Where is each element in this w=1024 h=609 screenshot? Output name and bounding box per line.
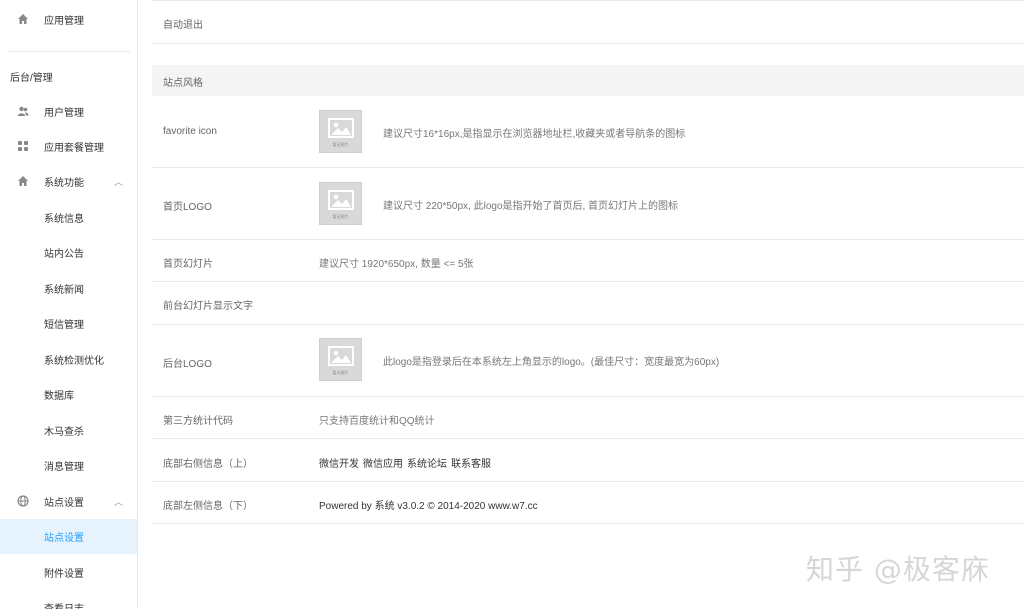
sidebar-item-label: 站点设置 [44,497,84,509]
sidebar-item-messages[interactable]: 消息管理 [0,448,137,482]
admin-logo-upload-thumbnail[interactable]: 暂无图片 [319,338,362,381]
sidebar-item-users[interactable]: 用户管理 [0,94,137,128]
users-icon [16,104,30,118]
sidebar-item-site-settings-group[interactable]: 站点设置 ︿ [0,484,137,518]
thumbnail-caption: 暂无图片 [332,142,349,147]
home-icon [16,174,30,188]
slides-label: 首页幻灯片 [163,259,213,270]
sidebar-item-system-news[interactable]: 系统新闻 [0,271,137,305]
sidebar-item-label: 系统检测优化 [44,355,104,367]
chevron-up-icon: ︿ [113,176,123,187]
sidebar-item-trojan-scan[interactable]: 木马查杀 [0,413,137,447]
watermark: 知乎 @极客庥 [806,553,990,586]
sidebar-item-packages[interactable]: 应用套餐管理 [0,129,137,163]
admin-logo-label: 后台LOGO [163,359,212,370]
sidebar-item-app-management[interactable]: 应用管理 [0,2,137,36]
sidebar-item-label: 站内公告 [44,248,84,260]
grid-icon [16,139,30,153]
chevron-up-icon: ︿ [113,496,123,507]
footer-left-row[interactable]: 底部左侧信息（下） Powered by 系统 v3.0.2 © 2014-20… [152,482,1024,524]
footer-link-wechat-apps[interactable]: 微信应用 [363,459,403,470]
stats-code-row[interactable]: 第三方统计代码 只支持百度统计和QQ统计 [152,397,1024,439]
home-logo-row: 首页LOGO 暂无图片 建议尺寸 220*50px, 此logo是指开始了首页后… [152,168,1024,240]
globe-icon [16,494,30,508]
footer-link-support[interactable]: 联系客服 [451,459,491,470]
sidebar-item-label: 系统新闻 [44,284,84,296]
auto-logout-row[interactable]: 自动退出 [152,0,1024,44]
favicon-label: favorite icon [163,126,217,137]
home-logo-label: 首页LOGO [163,202,212,213]
thumbnail-caption: 暂无图片 [332,370,349,375]
sidebar-item-announcements[interactable]: 站内公告 [0,235,137,269]
sidebar-item-label: 应用管理 [44,15,84,27]
home-logo-upload-thumbnail[interactable]: 暂无图片 [319,182,362,225]
section-title: 站点风格 [163,78,203,89]
footer-link-forum[interactable]: 系统论坛 [407,459,447,470]
sidebar-item-label: 系统功能 [44,177,84,189]
sidebar-item-sms[interactable]: 短信管理 [0,306,137,340]
sidebar-group-title: 后台/管理 [10,73,53,84]
sidebar-item-label: 数据库 [44,390,74,402]
favicon-upload-thumbnail[interactable]: 暂无图片 [319,110,362,153]
sidebar-item-system-functions[interactable]: 系统功能 ︿ [0,164,137,198]
admin-logo-hint: 此logo是指登录后在本系统左上角显示的logo。(最佳尺寸：宽度最宽为60px… [383,357,720,368]
admin-logo-row: 后台LOGO 暂无图片 此logo是指登录后在本系统左上角显示的logo。(最佳… [152,325,1024,397]
sidebar-item-label: 短信管理 [44,319,84,331]
image-placeholder-icon [328,346,354,366]
home-icon [16,12,30,26]
footer-left-value: Powered by 系统 v3.0.2 © 2014-2020 www.w7.… [319,501,538,512]
sidebar-item-optimization[interactable]: 系统检测优化 [0,342,137,376]
sidebar-item-logs[interactable]: 查看日志 [0,590,137,609]
sidebar-item-database[interactable]: 数据库 [0,377,137,411]
sidebar-item-label: 附件设置 [44,568,84,580]
stats-code-value: 只支持百度统计和QQ统计 [319,416,435,427]
slides-row[interactable]: 首页幻灯片 建议尺寸 1920*650px, 数量 <= 5张 [152,240,1024,282]
sidebar-item-label: 应用套餐管理 [44,142,104,154]
sidebar-item-label: 消息管理 [44,461,84,473]
favicon-row: favorite icon 暂无图片 建议尺寸16*16px,是指显示在浏览器地… [152,96,1024,168]
slide-text-label: 前台幻灯片显示文字 [163,301,253,312]
stats-code-label: 第三方统计代码 [163,416,233,427]
image-placeholder-icon [328,118,354,138]
home-logo-hint: 建议尺寸 220*50px, 此logo是指开始了首页后, 首页幻灯片上的图标 [383,201,679,212]
sidebar-item-label: 站点设置 [44,533,84,544]
thumbnail-caption: 暂无图片 [332,214,349,219]
favicon-hint: 建议尺寸16*16px,是指显示在浏览器地址栏,收藏夹或者导航条的图标 [383,129,686,140]
sidebar: 应用管理 后台/管理 用户管理 应用套餐管理 系统功能 ︿ 系统信息 站内公告 … [0,0,138,609]
sidebar-divider [8,51,130,52]
footer-left-label: 底部左侧信息（下） [163,501,253,512]
settings-panel: 自动退出 站点风格 favorite icon 暂无图片 建议尺寸16*16px… [152,0,1024,609]
slide-text-row[interactable]: 前台幻灯片显示文字 [152,282,1024,325]
sidebar-item-label: 木马查杀 [44,426,84,438]
sidebar-item-attachments[interactable]: 附件设置 [0,555,137,589]
sidebar-item-label: 用户管理 [44,107,84,119]
slides-value: 建议尺寸 1920*650px, 数量 <= 5张 [319,259,474,270]
auto-logout-label: 自动退出 [163,20,203,31]
footer-right-row: 底部右侧信息（上） 微信开发 微信应用 系统论坛 联系客服 [152,439,1024,482]
image-placeholder-icon [328,190,354,210]
footer-right-label: 底部右侧信息（上） [163,459,253,470]
sidebar-item-label: 查看日志 [44,603,84,609]
footer-right-links: 微信开发 微信应用 系统论坛 联系客服 [319,455,495,470]
footer-link-wechat-dev[interactable]: 微信开发 [319,459,359,470]
section-header: 站点风格 [152,65,1024,96]
sidebar-item-site-settings[interactable]: 站点设置 [0,519,137,554]
sidebar-item-system-info[interactable]: 系统信息 [0,200,137,234]
sidebar-item-label: 系统信息 [44,213,84,225]
